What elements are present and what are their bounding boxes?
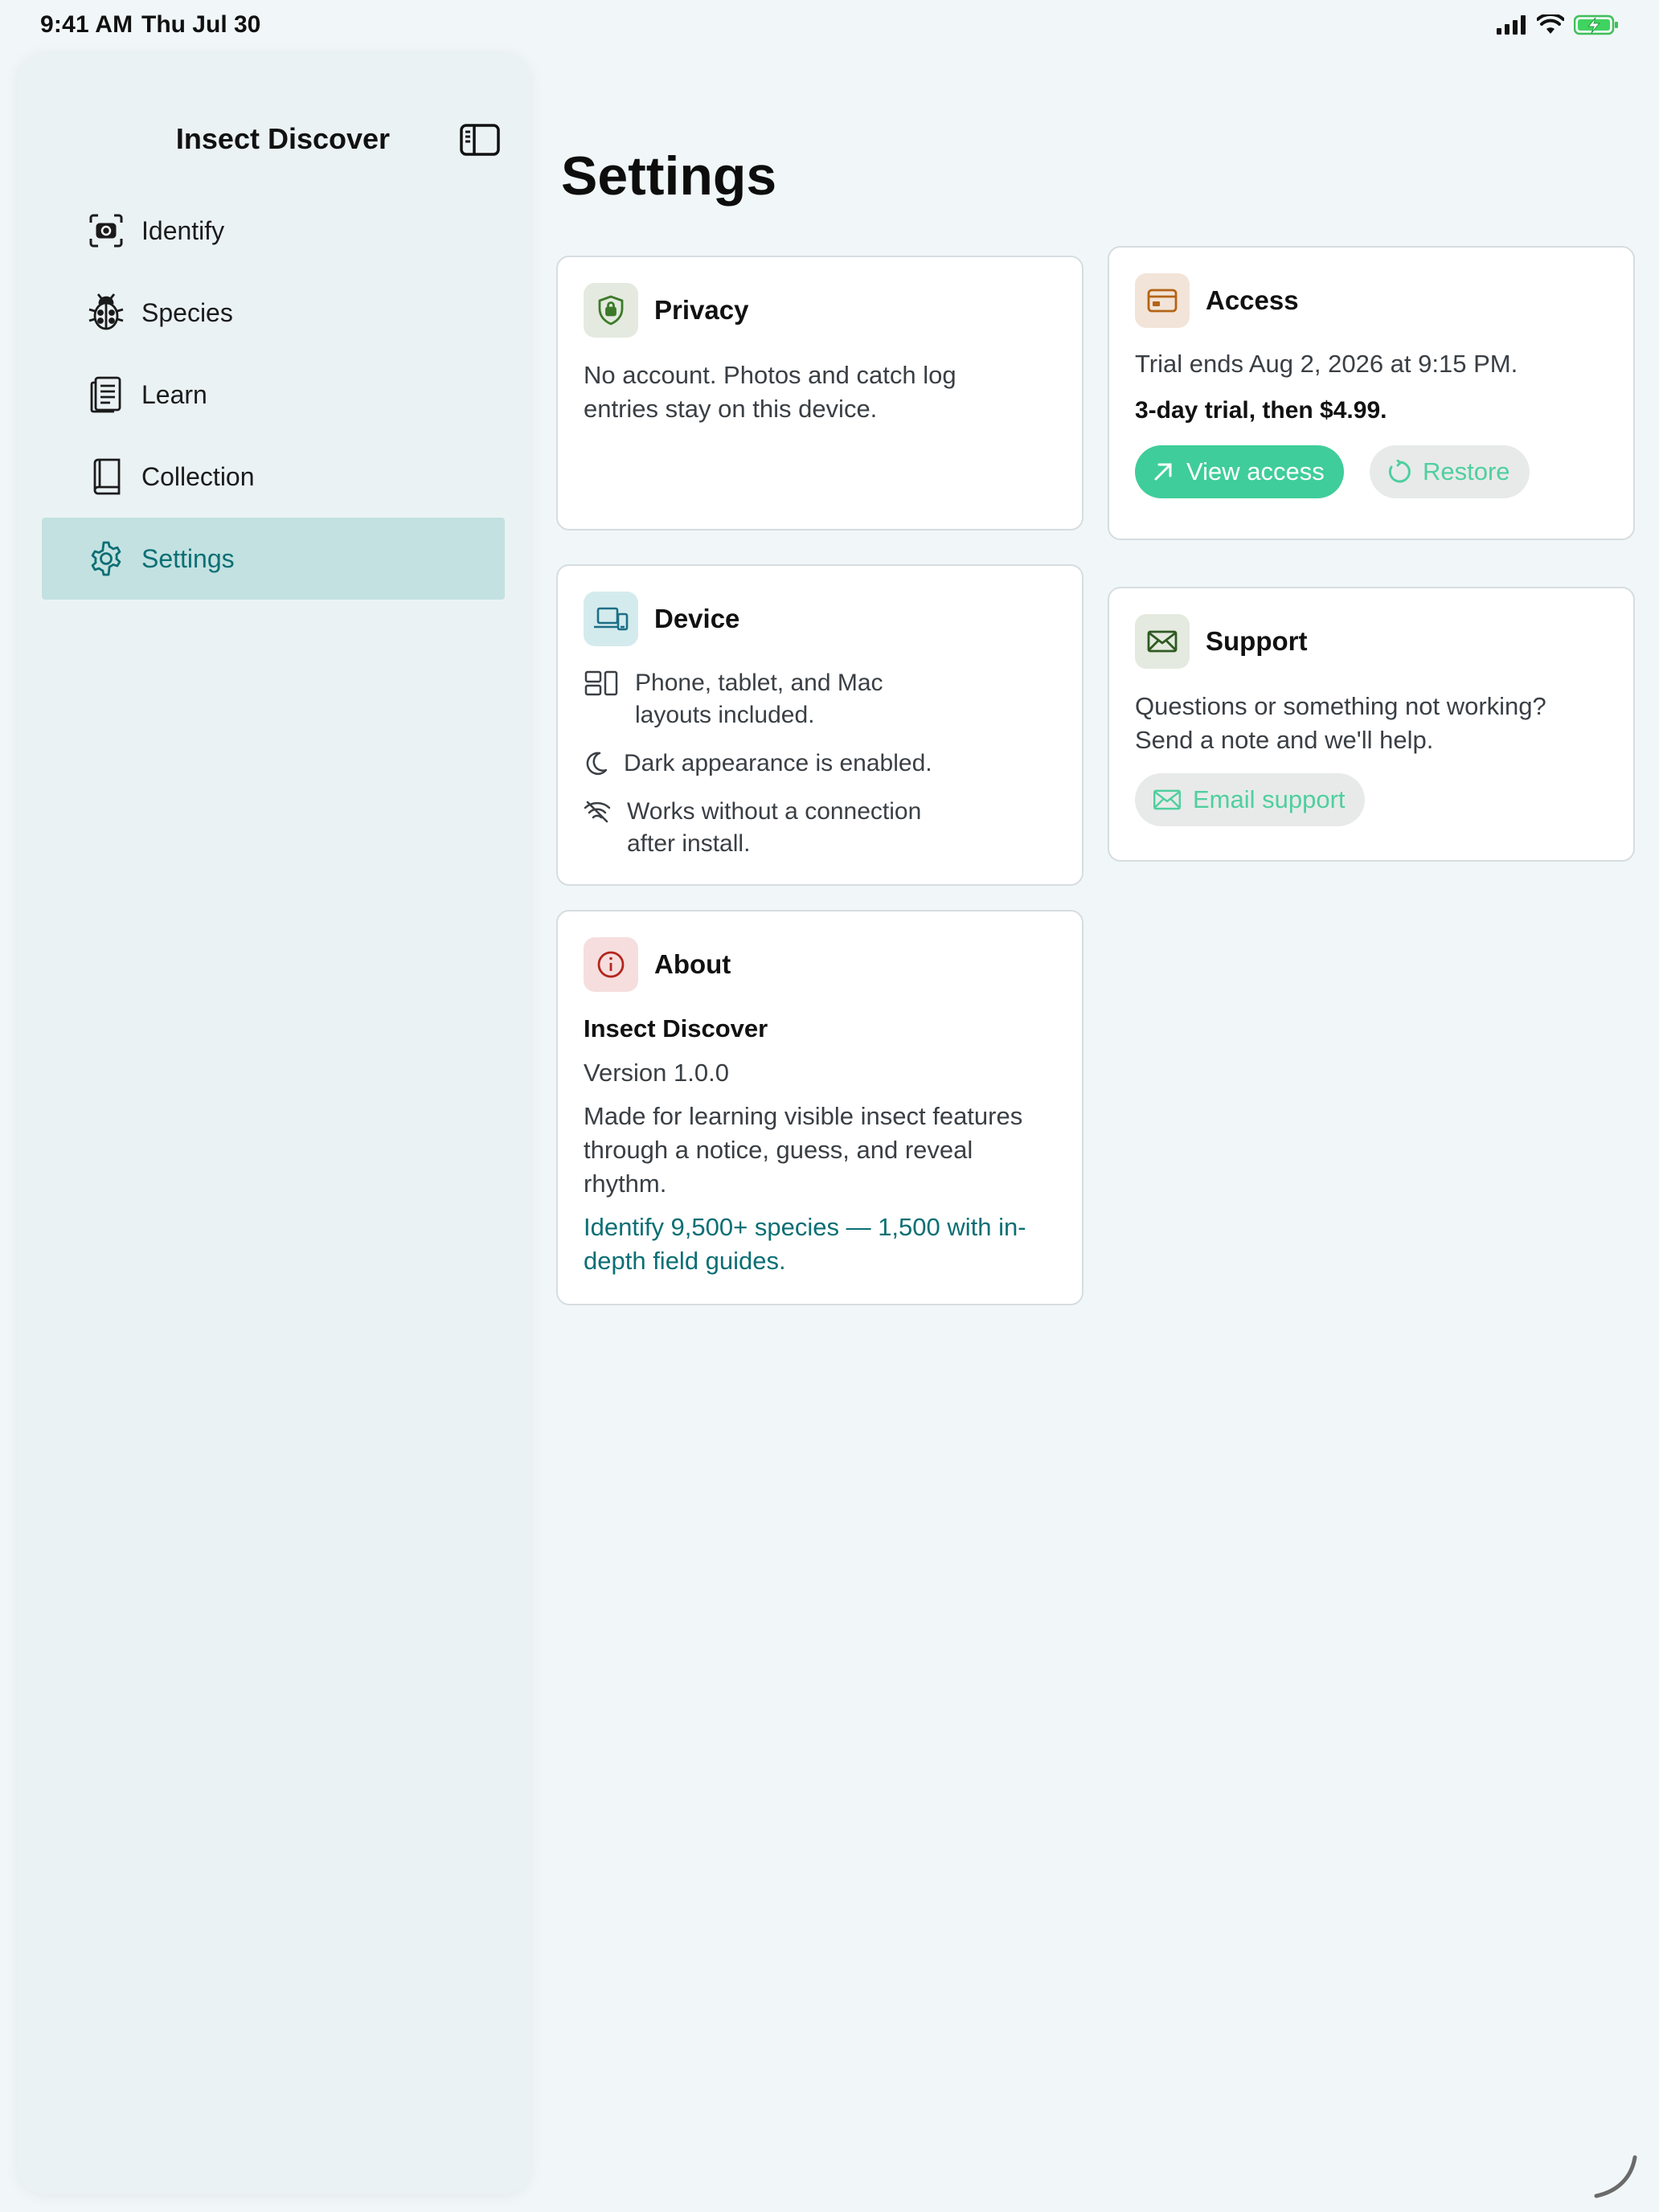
wifi-icon — [1537, 14, 1564, 34]
access-card-header: Access — [1135, 273, 1299, 328]
document-text-icon — [87, 375, 125, 414]
privacy-card-title: Privacy — [654, 295, 749, 325]
sidebar-item-learn[interactable]: Learn — [42, 354, 505, 436]
status-bar: 9:41 AM Thu Jul 30 — [0, 0, 1659, 50]
sidebar-item-identify[interactable]: Identify — [42, 190, 505, 272]
envelope-icon — [1153, 789, 1181, 810]
email-support-label: Email support — [1193, 785, 1346, 813]
about-tagline: Identify 9,500+ species — 1,500 with in-… — [584, 1213, 1026, 1275]
status-time: 9:41 AM — [40, 11, 133, 38]
access-card: Access Trial ends Aug 2, 2026 at 9:15 PM… — [1108, 246, 1635, 540]
device-feature-offline: Works without a connection after install… — [584, 796, 948, 860]
arrow-up-right-icon — [1154, 463, 1172, 481]
trial-end-text: Trial ends Aug 2, 2026 at 9:15 PM. — [1135, 350, 1518, 378]
status-date: Thu Jul 30 — [141, 11, 261, 38]
device-card-header: Device — [584, 592, 739, 646]
info-icon — [584, 937, 638, 992]
about-description: Made for learning visible insect feature… — [584, 1102, 1023, 1198]
support-card-header: Support — [1135, 614, 1307, 669]
about-version: Version 1.0.0 — [584, 1059, 729, 1087]
restore-button[interactable]: Restore — [1370, 445, 1530, 498]
cellular-signal-icon — [1497, 15, 1526, 35]
sidebar-nav: Identify Species Learn Collection Settin… — [42, 190, 505, 600]
support-card: Support Questions or something not worki… — [1108, 587, 1635, 862]
about-card-header: About — [584, 937, 731, 992]
sidebar-item-species[interactable]: Species — [42, 272, 505, 354]
battery-charging-icon — [1574, 14, 1618, 35]
sidebar-item-settings[interactable]: Settings — [42, 518, 505, 600]
privacy-shield-icon — [584, 283, 638, 338]
device-feature-dark: Dark appearance is enabled. — [584, 748, 932, 780]
book-icon — [87, 457, 125, 496]
restore-label: Restore — [1423, 457, 1510, 485]
device-feature-text: Dark appearance is enabled. — [624, 750, 932, 776]
device-card: Device Phone, tablet, and Mac layouts in… — [556, 564, 1083, 886]
sidebar-item-label: Species — [141, 297, 233, 327]
sidebar: Insect Discover Identify Species Learn C… — [18, 53, 530, 2194]
moon-icon — [584, 748, 608, 780]
restore-icon — [1388, 460, 1411, 483]
email-support-button[interactable]: Email support — [1135, 773, 1365, 826]
trial-price-text: 3-day trial, then $4.99. — [1135, 397, 1387, 424]
ladybug-icon — [87, 293, 125, 332]
support-card-text: Questions or something not working? Send… — [1135, 692, 1546, 754]
view-access-button[interactable]: View access — [1135, 445, 1344, 498]
envelope-icon — [1135, 614, 1190, 669]
device-feature-layouts: Phone, tablet, and Mac layouts included. — [584, 667, 924, 731]
status-icons — [1497, 14, 1619, 35]
gear-icon — [87, 539, 125, 578]
privacy-card-text: No account. Photos and catch log entries… — [584, 361, 956, 423]
about-app-name: Insect Discover — [584, 1014, 768, 1043]
privacy-card-header: Privacy — [584, 283, 748, 338]
laptop-phone-icon — [584, 592, 638, 646]
camera-viewfinder-icon — [87, 211, 125, 250]
sidebar-toggle-icon — [460, 124, 500, 156]
about-card-title: About — [654, 949, 731, 979]
sidebar-toggle-button[interactable] — [460, 124, 500, 156]
device-card-title: Device — [654, 604, 740, 633]
layouts-icon — [584, 667, 619, 699]
view-access-label: View access — [1186, 457, 1325, 485]
device-feature-text: Works without a connection after install… — [627, 798, 922, 857]
sidebar-item-label: Collection — [141, 461, 255, 491]
sidebar-item-label: Identify — [141, 215, 225, 245]
sidebar-item-collection[interactable]: Collection — [42, 436, 505, 518]
support-card-title: Support — [1206, 626, 1308, 656]
credit-card-icon — [1135, 273, 1190, 328]
access-card-title: Access — [1206, 285, 1299, 315]
about-card: About Insect Discover Version 1.0.0 Made… — [556, 910, 1083, 1305]
home-indicator — [1594, 2155, 1637, 2198]
sidebar-item-label: Learn — [141, 379, 207, 409]
sidebar-item-label: Settings — [141, 543, 235, 573]
wifi-off-icon — [584, 796, 611, 828]
page-title: Settings — [561, 145, 777, 207]
privacy-card: Privacy No account. Photos and catch log… — [556, 256, 1083, 530]
device-feature-text: Phone, tablet, and Mac layouts included. — [635, 670, 883, 728]
